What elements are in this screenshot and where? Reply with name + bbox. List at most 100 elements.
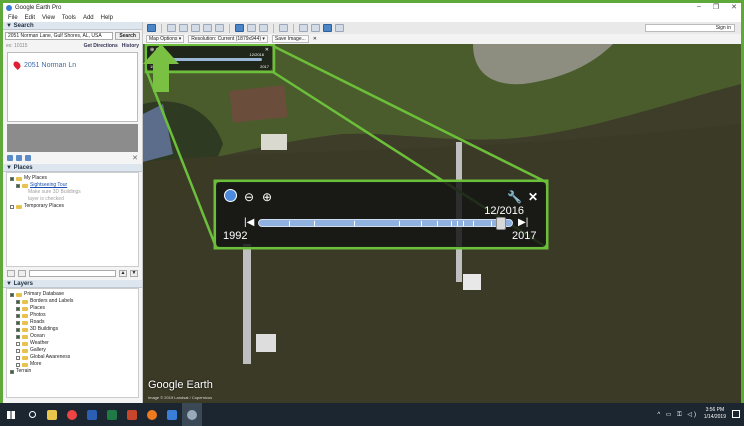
search-result-item[interactable]: 2051 Norman Ln <box>12 60 76 70</box>
system-tray-icons[interactable]: ^ ▭ ⚿ ◁) <box>657 411 698 419</box>
historical-imagery-button[interactable] <box>235 24 244 32</box>
save-image-button[interactable]: Save Image... <box>271 35 309 43</box>
save-image-button[interactable] <box>323 24 332 32</box>
notifications-icon[interactable] <box>732 410 740 418</box>
search-taskbar-icon[interactable] <box>22 403 42 426</box>
menu-tools[interactable]: Tools <box>62 15 76 21</box>
powerpoint-icon[interactable] <box>122 403 142 426</box>
chrome-icon[interactable] <box>62 403 82 426</box>
places-item[interactable]: Sightseeing Tour <box>10 182 135 189</box>
excel-icon[interactable] <box>102 403 122 426</box>
checkbox[interactable] <box>10 176 14 181</box>
checkbox[interactable] <box>16 341 20 346</box>
maximize-button[interactable]: ❐ <box>713 3 719 11</box>
places-item-label[interactable]: Sightseeing Tour <box>30 182 67 189</box>
email-button[interactable] <box>299 24 308 32</box>
close-options-icon[interactable]: ✕ <box>313 36 317 42</box>
skip-forward-icon[interactable]: ▶| <box>518 217 528 228</box>
menu-help[interactable]: Help <box>101 15 113 21</box>
menu-file[interactable]: File <box>8 15 18 21</box>
mini-close-icon[interactable]: ✕ <box>265 47 269 53</box>
planets-button[interactable] <box>259 24 268 32</box>
ruler-button[interactable] <box>279 24 288 32</box>
layer-item[interactable]: Global Awareness <box>10 354 135 361</box>
minimize-button[interactable]: – <box>697 3 701 11</box>
layers-header[interactable]: ▼ Layers <box>3 280 142 288</box>
app-icon[interactable] <box>162 403 182 426</box>
firefox-icon[interactable] <box>142 403 162 426</box>
add-placemark-button[interactable] <box>167 24 176 32</box>
layer-item[interactable]: Terrain <box>10 368 135 375</box>
layer-item[interactable]: Weather <box>10 340 135 347</box>
resolution-dropdown[interactable]: Resolution: Current (1879x944) ▾ <box>188 35 268 43</box>
refresh-icon[interactable] <box>16 155 22 161</box>
menu-view[interactable]: View <box>42 15 55 21</box>
layer-item[interactable]: 3D Buildings <box>10 326 135 333</box>
up-arrow-icon[interactable]: ▲ <box>119 270 127 277</box>
add-path-button[interactable] <box>191 24 200 32</box>
down-arrow-icon[interactable]: ▼ <box>130 270 138 277</box>
checkbox[interactable] <box>16 183 20 188</box>
checkbox[interactable] <box>16 327 20 332</box>
history-link[interactable]: History <box>122 43 139 49</box>
places-panel-icon[interactable] <box>7 155 13 161</box>
checkbox[interactable] <box>10 204 14 209</box>
sunlight-button[interactable] <box>247 24 256 32</box>
add-overlay-button[interactable] <box>203 24 212 32</box>
get-directions-link[interactable]: Get Directions <box>84 43 118 49</box>
menu-edit[interactable]: Edit <box>25 15 35 21</box>
clock-icon[interactable] <box>224 189 237 202</box>
checkbox[interactable] <box>16 348 20 353</box>
layer-item[interactable]: Gallery <box>10 347 135 354</box>
places-item[interactable]: Temporary Places <box>10 203 135 210</box>
checkbox[interactable] <box>10 292 14 297</box>
places-view-button[interactable] <box>18 270 26 277</box>
layer-item[interactable]: More <box>10 361 135 368</box>
print-icon[interactable] <box>25 155 31 161</box>
layer-item[interactable]: Primary Database <box>10 291 135 298</box>
layer-item[interactable]: Borders and Labels <box>10 298 135 305</box>
checkbox[interactable] <box>16 355 20 360</box>
add-polygon-button[interactable] <box>179 24 188 32</box>
timeline-thumb[interactable] <box>496 217 506 230</box>
checkbox[interactable] <box>16 299 20 304</box>
search-places-button[interactable] <box>7 270 15 277</box>
layer-item[interactable]: Ocean <box>10 333 135 340</box>
search-header[interactable]: ▼ Search <box>3 22 142 30</box>
layer-item[interactable]: Roads <box>10 319 135 326</box>
timeline-track[interactable] <box>258 219 513 227</box>
close-results-icon[interactable]: ✕ <box>132 154 138 162</box>
google-earth-taskbar-icon[interactable] <box>182 403 202 426</box>
file-explorer-icon[interactable] <box>42 403 62 426</box>
checkbox[interactable] <box>16 313 20 318</box>
map-view[interactable]: ⊕ ⊖ ✕ 12/2016 1992 2017 ⊖ ⊕ 🔧 ✕ 12/2016 … <box>143 44 741 403</box>
layer-item[interactable]: Photos <box>10 312 135 319</box>
search-button[interactable]: Search <box>115 32 140 40</box>
menu-add[interactable]: Add <box>83 15 94 21</box>
map-options-dropdown[interactable]: Map Options ▾ <box>146 35 185 43</box>
checkbox[interactable] <box>16 306 20 311</box>
sign-in-button[interactable]: Sign in <box>645 24 735 32</box>
close-icon[interactable]: ✕ <box>528 190 538 204</box>
layer-item[interactable]: Places <box>10 305 135 312</box>
record-tour-button[interactable] <box>215 24 224 32</box>
print-button[interactable] <box>311 24 320 32</box>
zoom-out-icon[interactable]: ⊖ <box>244 190 254 204</box>
start-button[interactable] <box>0 403 22 426</box>
skip-back-icon[interactable]: |◀ <box>244 217 254 228</box>
clock[interactable]: 3:56 PM 1/14/2019 <box>704 407 726 421</box>
checkbox[interactable] <box>16 334 20 339</box>
checkbox[interactable] <box>16 362 20 367</box>
places-item[interactable]: My Places <box>10 175 135 182</box>
hide-sidebar-button[interactable] <box>147 24 156 32</box>
zoom-in-icon[interactable]: ⊕ <box>262 190 272 204</box>
checkbox[interactable] <box>16 320 20 325</box>
checkbox[interactable] <box>10 369 14 374</box>
places-filter-input[interactable] <box>29 270 116 277</box>
view-in-maps-button[interactable] <box>335 24 344 32</box>
places-header[interactable]: ▼ Places <box>3 164 142 172</box>
close-window-button[interactable]: ✕ <box>731 3 737 11</box>
wrench-icon[interactable]: 🔧 <box>507 190 522 204</box>
search-input[interactable]: 2051 Norman Lane, Gulf Shores, AL, USA <box>5 32 114 40</box>
word-icon[interactable] <box>82 403 102 426</box>
